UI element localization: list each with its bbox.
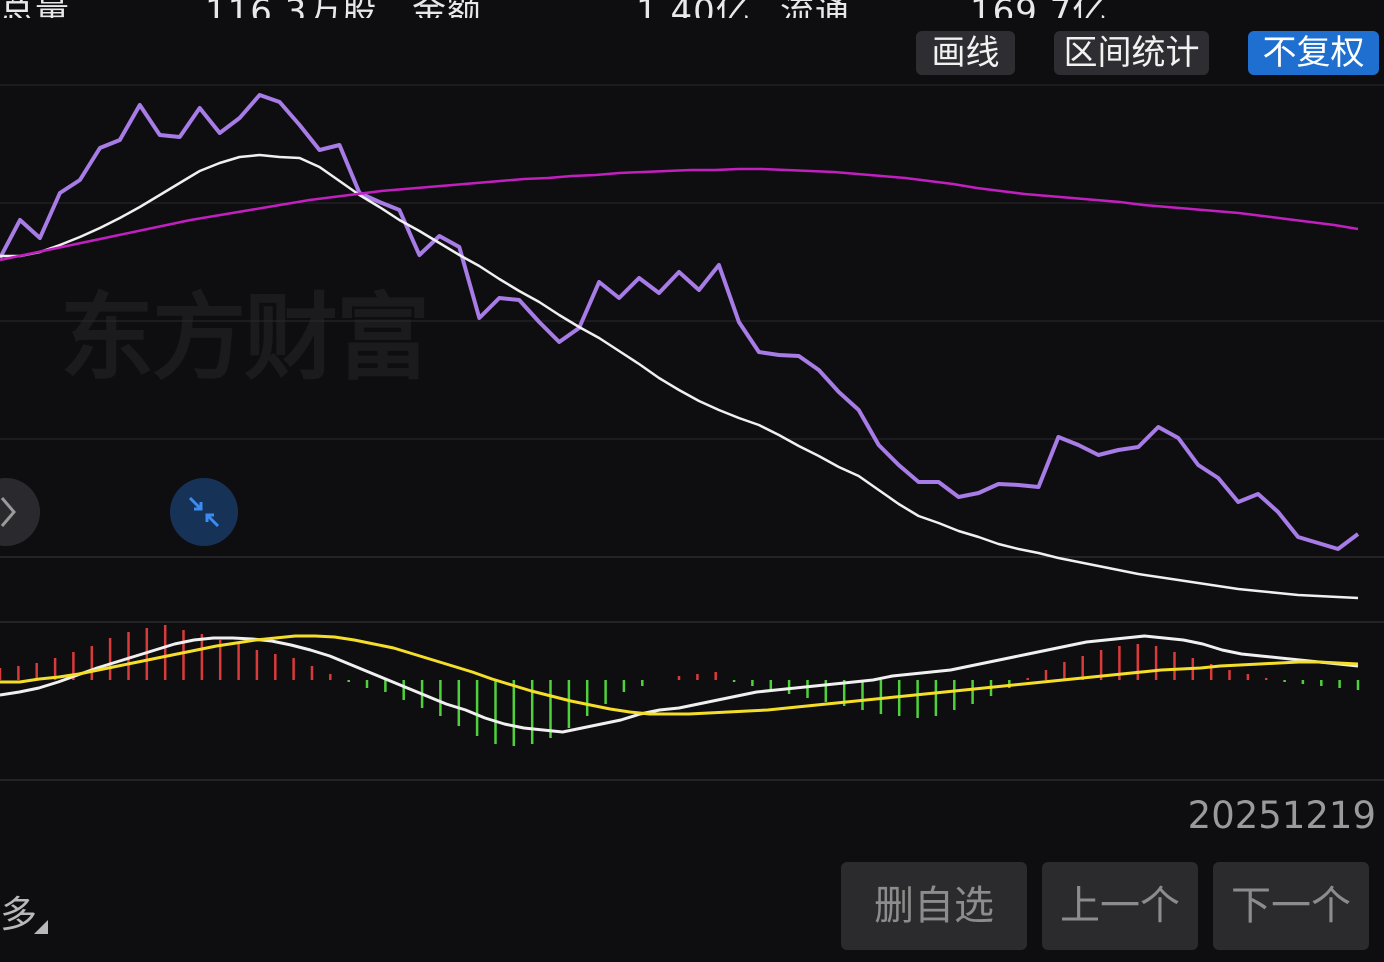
- expand-button[interactable]: [0, 478, 40, 546]
- price-series-line: [0, 167, 1359, 262]
- shrink-button[interactable]: [170, 478, 238, 546]
- macd-series-line: [0, 634, 1359, 734]
- delete-favorite-button[interactable]: 删自选: [841, 862, 1027, 950]
- date-label: 20251219: [1187, 794, 1376, 837]
- chart-grid: [0, 84, 1384, 781]
- macd-histogram: [0, 625, 1360, 746]
- macd-series-line: [0, 634, 1359, 716]
- previous-button[interactable]: 上一个: [1042, 862, 1198, 950]
- compress-arrows-icon: [188, 496, 220, 528]
- more-label[interactable]: 多: [0, 884, 37, 938]
- macd-lines: [0, 634, 1359, 734]
- next-button[interactable]: 下一个: [1213, 862, 1369, 950]
- chevron-right-icon: [0, 497, 16, 527]
- corner-triangle-icon: [34, 920, 48, 934]
